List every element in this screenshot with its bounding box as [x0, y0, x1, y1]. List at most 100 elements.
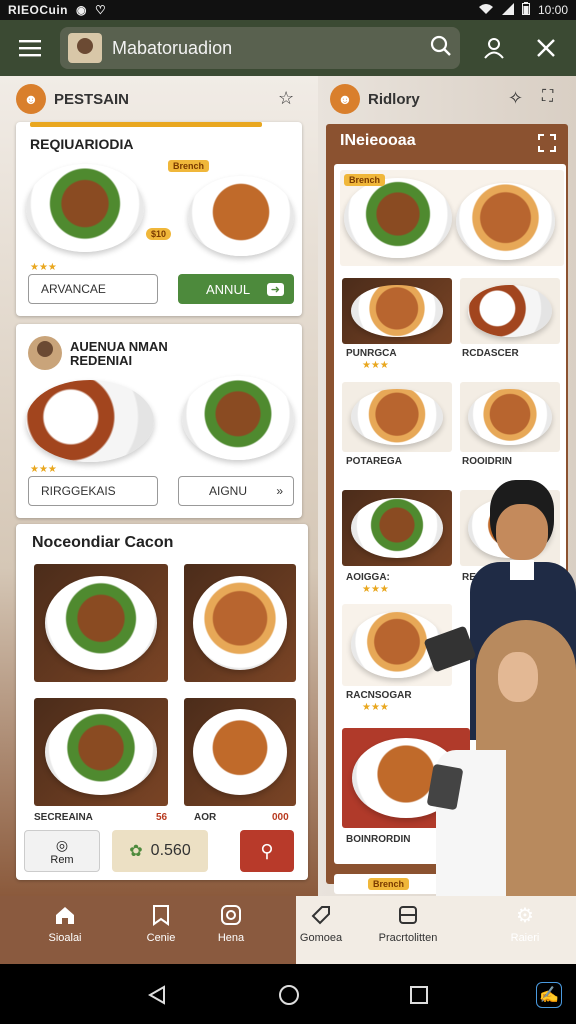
- expand-icon[interactable]: ⛶: [542, 88, 553, 106]
- dish-photo-5[interactable]: [342, 490, 452, 566]
- soup-photo[interactable]: [184, 698, 296, 806]
- salad-bowl-image: [182, 376, 294, 460]
- dish-photo-1[interactable]: [342, 278, 452, 344]
- menu-button[interactable]: AIGNU »: [178, 476, 294, 506]
- dish-name-5: AOIGGA:: [346, 572, 390, 583]
- dish-photo-4[interactable]: [460, 382, 560, 452]
- settings-icon: ✿: [129, 843, 143, 860]
- nav-label-hena: Hena: [217, 932, 245, 944]
- nav-item-settings[interactable]: ⚙ Raieri: [490, 904, 560, 944]
- nav-label-settings: Raieri: [510, 932, 540, 944]
- reward-button[interactable]: ◎ Rem: [24, 830, 100, 872]
- search-bar[interactable]: Mabatoruadion: [60, 27, 460, 69]
- item-right-name: AOR: [194, 812, 217, 823]
- back-icon[interactable]: [144, 982, 170, 1008]
- right-logo-icon: ☻: [330, 84, 360, 114]
- heart-status-icon: ♡: [94, 3, 107, 17]
- dish-name-7: RACNSOGAR: [346, 690, 412, 701]
- card-icon: ➜: [266, 282, 284, 296]
- card-2-title-line1: AUENUA NMAN: [70, 339, 168, 354]
- dish-name-1: PUNRGCA: [346, 348, 397, 359]
- star-icon[interactable]: ✧: [508, 88, 523, 109]
- right-panel-header: ☻ Ridlory: [330, 84, 420, 114]
- nav-label-storage: Pracrtolitten: [378, 932, 438, 944]
- item-left-name: SECREAINA: [34, 812, 93, 823]
- item-left-price: 56: [156, 812, 168, 823]
- person-action-button[interactable]: ⚲: [240, 830, 294, 872]
- carrier-label: RIEOCuin: [8, 3, 68, 17]
- system-nav-bar: ✍: [0, 964, 576, 1024]
- amount-value: 0.560: [150, 842, 191, 859]
- amount-button[interactable]: ✿ 0.560: [112, 830, 208, 872]
- app-bar: Mabatoruadion: [0, 20, 576, 76]
- bookmark-icon: [151, 904, 171, 928]
- regeneration-button[interactable]: RIRGGEKAIS: [28, 476, 158, 506]
- menu-button-label: AIGNU: [209, 484, 248, 498]
- home-circle-icon[interactable]: [276, 982, 302, 1008]
- customer-figure: [436, 620, 576, 896]
- user-icon[interactable]: [476, 30, 512, 66]
- advance-button[interactable]: ARVANCAE: [28, 274, 158, 304]
- menu-card-2[interactable]: AUENUA NMAN REDENIAI ★★★ RIRGGEKAIS AIGN…: [16, 324, 302, 518]
- rating-stars: ★★★: [362, 702, 389, 713]
- nav-item-hena[interactable]: Hena: [196, 904, 266, 944]
- left-panel-header: ☻ PESTSAIN: [16, 84, 129, 114]
- nav-item-gomoea[interactable]: Gomoea: [286, 904, 356, 944]
- dish-photo-2[interactable]: [460, 278, 560, 344]
- card-2-title-line2: REDENIAI: [70, 353, 133, 368]
- annul-button-label: ANNUL: [206, 281, 251, 297]
- close-icon[interactable]: [528, 30, 564, 66]
- menu-card-1[interactable]: REQIUARIODIA Brench $10 ★★★ ARVANCAE ANN…: [16, 122, 302, 316]
- nav-item-center[interactable]: Cenie: [126, 904, 196, 944]
- left-panel-title: PESTSAIN: [54, 90, 130, 108]
- clock-label: 10:00: [537, 3, 568, 17]
- progress-bar: [30, 122, 262, 127]
- dish-name-4: ROOIDRIN: [462, 456, 512, 467]
- storage-icon: [397, 904, 419, 928]
- annul-button[interactable]: ANNUL ➜: [178, 274, 294, 304]
- camera-status-icon: ◉: [76, 3, 87, 17]
- home-icon: [54, 904, 76, 928]
- rating-stars: ★★★: [362, 584, 389, 595]
- menu-icon[interactable]: [12, 30, 48, 66]
- rating-stars: ★★★: [362, 360, 389, 371]
- nav-item-storage[interactable]: Pracrtolitten: [372, 904, 444, 944]
- vegetable-bowl-photo[interactable]: [184, 564, 296, 682]
- nav-label-gomoea: Gomoea: [299, 932, 343, 944]
- wifi-icon: [478, 3, 494, 18]
- item-right-price: 000: [272, 812, 289, 823]
- card-3-title: Noceondiar Cacon: [32, 534, 174, 551]
- reward-label: Rem: [50, 853, 74, 866]
- grilled-meat-photo[interactable]: [34, 564, 168, 682]
- dish-photo-3[interactable]: [342, 382, 452, 452]
- rice-chicken-image: [26, 380, 154, 462]
- card-1-tag: Brench: [168, 160, 210, 172]
- right-panel-title: Ridlory: [368, 90, 420, 108]
- nav-item-home[interactable]: Sioalai: [30, 904, 100, 944]
- tag-icon: [310, 904, 332, 928]
- status-bar: RIEOCuin ◉ ♡ 10:00: [0, 0, 576, 20]
- dish-name-8: BOINRORDIN: [346, 834, 411, 845]
- signal-icon: [501, 2, 514, 18]
- recents-icon[interactable]: [406, 982, 432, 1008]
- chef-avatar: [28, 336, 62, 370]
- select-icon[interactable]: [538, 134, 556, 152]
- dish-name-2: RCDASCER: [462, 348, 519, 359]
- rating-stars: ★★★: [30, 262, 57, 273]
- star-icon[interactable]: ☆: [278, 88, 294, 109]
- menu-card-3[interactable]: Noceondiar Cacon SECREAINA 56 AOR 000 ◎ …: [16, 524, 308, 880]
- accessibility-icon[interactable]: ✍: [536, 982, 562, 1008]
- instagram-icon: [220, 904, 242, 928]
- battery-icon: [521, 2, 530, 18]
- soup-image: [188, 176, 294, 256]
- nav-label-center: Cenie: [146, 932, 176, 944]
- search-icon[interactable]: [430, 35, 452, 62]
- fried-fish-photo[interactable]: [34, 698, 168, 806]
- food-image: [26, 164, 144, 252]
- card-2-title: AUENUA NMAN REDENIAI: [70, 340, 168, 368]
- price-tag: $10: [146, 228, 172, 240]
- bottom-nav: Sioalai Cenie Hena Gomoea Pracrtolitten …: [0, 896, 576, 964]
- target-icon: ◎: [55, 836, 69, 853]
- profile-thumbnail: [68, 33, 102, 63]
- person-icon: ⚲: [260, 840, 274, 861]
